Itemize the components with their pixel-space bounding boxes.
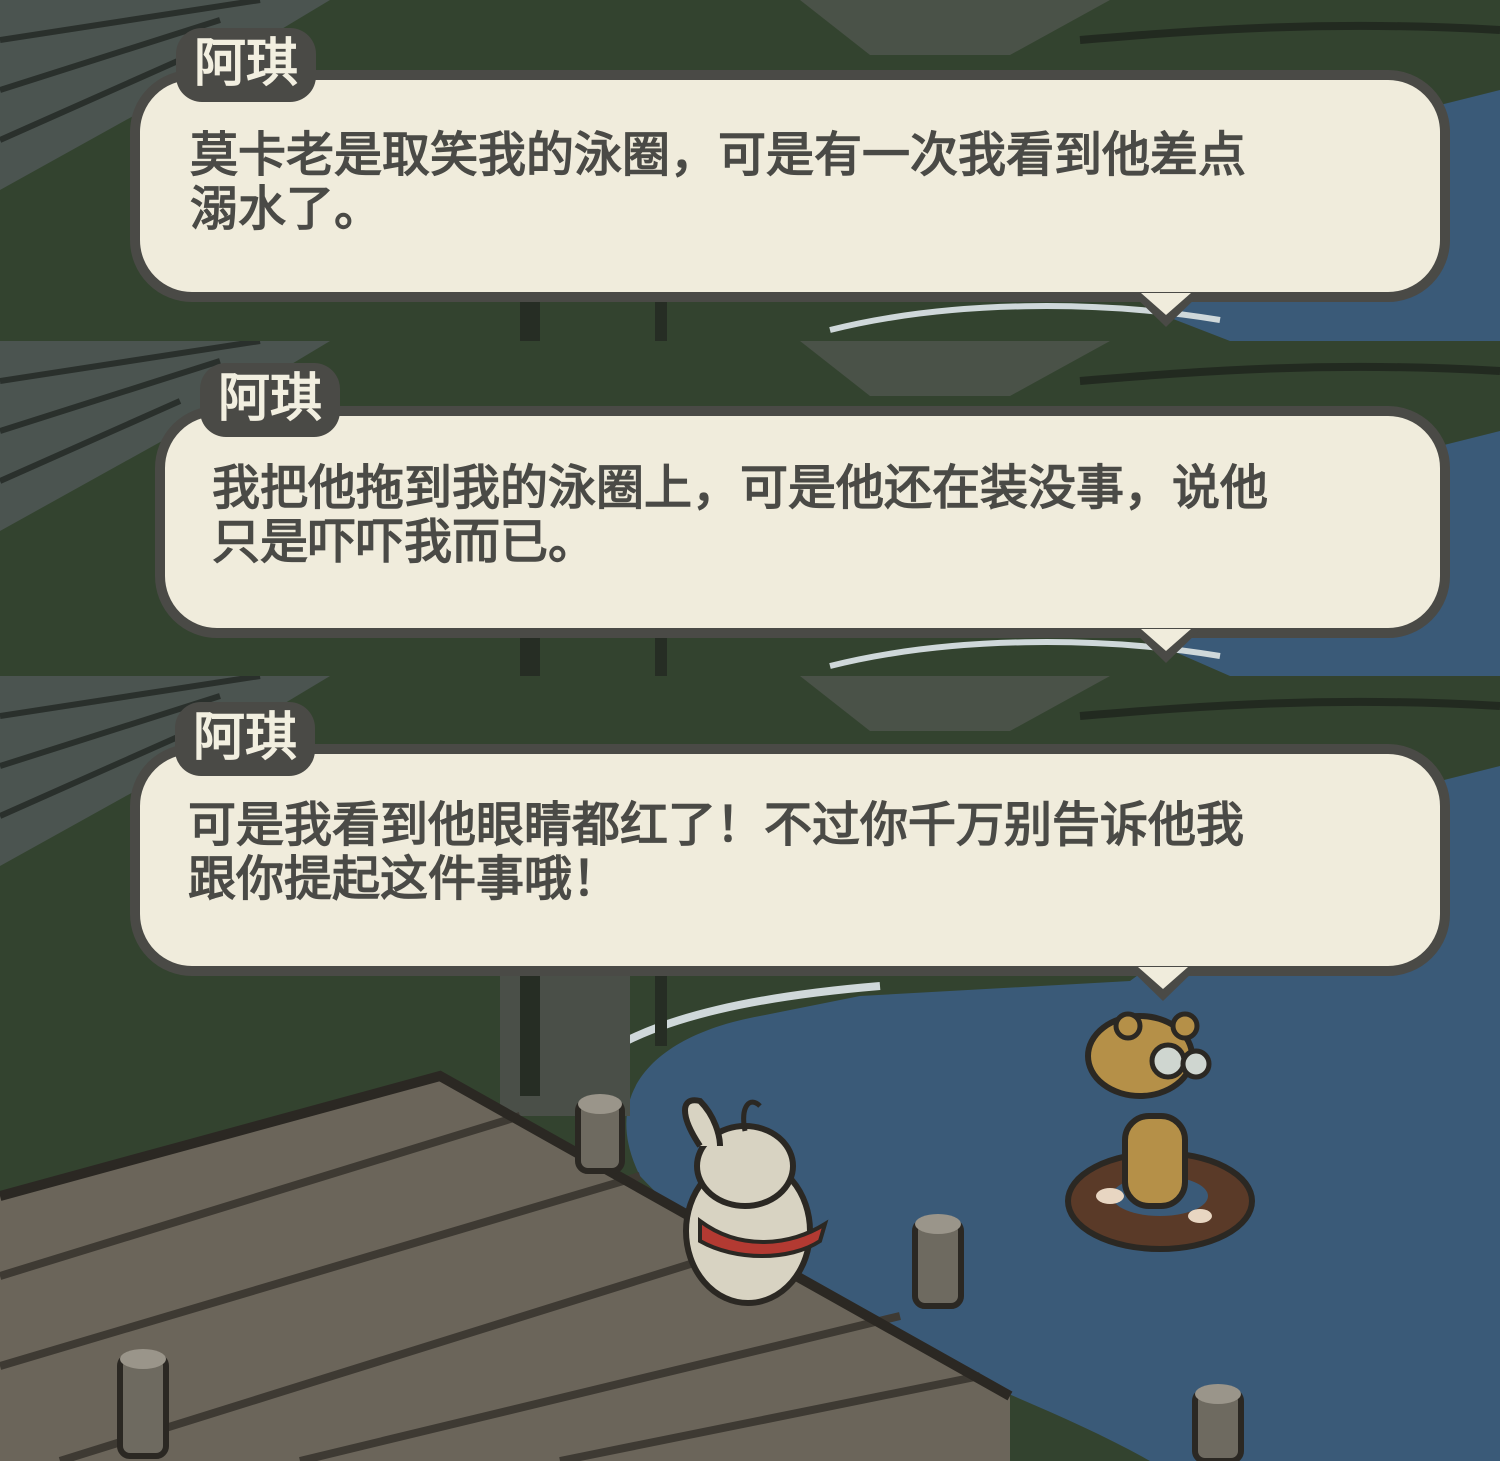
dock-post	[1192, 1384, 1244, 1461]
dialog-panel-2[interactable]: 阿琪 我把他拖到我的泳圈上，可是他还在装没事，说他 只是吓吓我而已。	[0, 341, 1500, 676]
dialog-panel-3[interactable]: 阿琪 可是我看到他眼睛都红了！不过你千万别告诉他我 跟你提起这件事哦！	[0, 676, 1500, 1461]
dialog-line: 我把他拖到我的泳圈上，可是他还在装没事，说他	[212, 460, 1269, 516]
dialog-panel-1[interactable]: 阿琪 莫卡老是取笑我的泳圈，可是有一次我看到他差点 溺水了。	[0, 0, 1500, 341]
game-screen: 阿琪 莫卡老是取笑我的泳圈，可是有一次我看到他差点 溺水了。 阿琪 我把他拖到我…	[0, 0, 1500, 1461]
dialog-text: 莫卡老是取笑我的泳圈，可是有一次我看到他差点 溺水了。	[190, 128, 1246, 236]
dialog-line: 莫卡老是取笑我的泳圈，可是有一次我看到他差点	[190, 127, 1247, 183]
speaker-name-tag: 阿琪	[175, 702, 316, 776]
bubble-tail	[1131, 293, 1201, 327]
dialog-line: 可是我看到他眼睛都红了！不过你千万别告诉他我	[188, 797, 1245, 853]
bubble-tail	[1131, 629, 1201, 663]
bubble-tail	[1128, 967, 1198, 1001]
dialog-line: 只是吓吓我而已。	[212, 514, 597, 570]
dialog-text: 我把他拖到我的泳圈上，可是他还在装没事，说他 只是吓吓我而已。	[212, 461, 1268, 569]
dock-post	[575, 1094, 625, 1174]
dialog-line: 溺水了。	[190, 181, 383, 237]
dialog-text: 可是我看到他眼睛都红了！不过你千万别告诉他我 跟你提起这件事哦！	[188, 798, 1244, 906]
speaker-name-tag: 阿琪	[200, 363, 341, 437]
speaker-name-tag: 阿琪	[176, 28, 317, 102]
dock-post	[912, 1214, 964, 1309]
dock-post	[117, 1349, 169, 1459]
dialog-line: 跟你提起这件事哦！	[188, 851, 621, 907]
